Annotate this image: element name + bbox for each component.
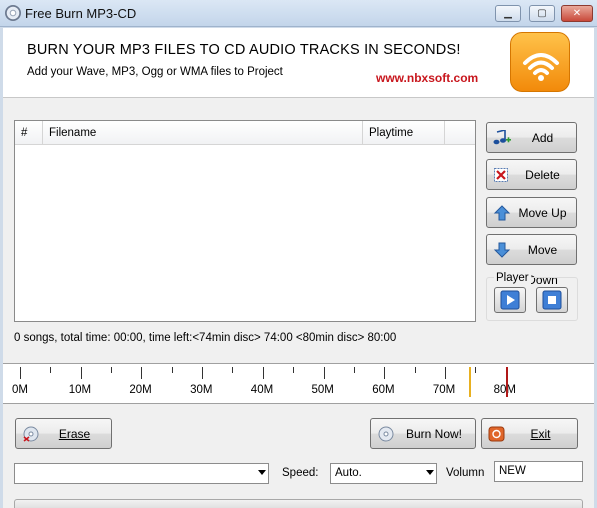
list-header: # Filename Playtime <box>15 121 475 145</box>
delete-button[interactable]: Delete <box>486 159 577 190</box>
volume-label: Volumn <box>446 467 485 479</box>
banner-subline: Add your Wave, MP3, Ogg or WMA files to … <box>27 66 283 78</box>
column-header-filename[interactable]: Filename <box>43 121 363 145</box>
ruler-minor-tick <box>171 367 173 373</box>
ruler-label: 30M <box>190 384 213 396</box>
column-header-number[interactable]: # <box>15 121 43 145</box>
ruler-major-tick <box>141 367 143 379</box>
cd-app-icon <box>5 5 21 21</box>
header-banner: BURN YOUR MP3 FILES TO CD AUDIO TRACKS I… <box>3 28 594 98</box>
exit-button-label: Exit <box>530 427 551 441</box>
exit-button[interactable]: Exit <box>481 418 578 449</box>
arrow-down-icon <box>493 242 511 258</box>
ruler-label: 70M <box>432 384 456 396</box>
erase-disc-icon <box>22 426 40 442</box>
delete-icon <box>493 167 511 183</box>
stop-button[interactable] <box>536 287 568 313</box>
speed-label: Speed: <box>282 467 319 479</box>
website-link[interactable]: www.nbxsoft.com <box>376 71 478 85</box>
capacity-ruler: 0M10M20M30M40M50M60M70M80M <box>3 363 594 404</box>
ruler-label: 60M <box>372 384 395 396</box>
ruler-major-tick <box>20 367 21 379</box>
column-header-playtime[interactable]: Playtime <box>363 121 445 145</box>
column-header-blank <box>445 121 475 145</box>
arrow-up-icon <box>493 205 511 221</box>
chevron-down-icon <box>258 470 266 475</box>
add-button[interactable]: Add <box>486 122 577 153</box>
move-up-button-label: Move Up <box>518 206 567 220</box>
ruler-minor-tick <box>111 367 113 373</box>
stop-icon <box>542 290 562 310</box>
title-bar: Free Burn MP3-CD ▁ ▢ ✕ <box>0 0 597 27</box>
ruler-minor-tick <box>353 367 355 373</box>
drive-select[interactable] <box>14 463 269 484</box>
ruler-label: 50M <box>311 384 334 396</box>
banner-headline: BURN YOUR MP3 FILES TO CD AUDIO TRACKS I… <box>27 42 461 58</box>
ruler-label: 20M <box>129 384 152 396</box>
ruler-label: 0M <box>12 384 28 396</box>
ruler-label: 40M <box>250 384 274 396</box>
burn-now-button-label: Burn Now! <box>405 427 463 441</box>
add-button-label: Add <box>531 131 554 145</box>
player-group-label: Player <box>494 272 531 284</box>
ruler-minor-tick <box>475 367 477 373</box>
ruler-minor-tick <box>50 367 52 373</box>
ruler-major-tick <box>384 367 386 379</box>
ruler-major-tick <box>80 367 82 379</box>
ruler-major-tick <box>444 367 446 379</box>
erase-button[interactable]: Erase <box>15 418 112 449</box>
add-music-icon <box>493 128 511 146</box>
erase-button-label: Erase <box>58 427 91 441</box>
chevron-down-icon <box>426 470 434 475</box>
move-up-button[interactable]: Move Up <box>486 197 577 228</box>
burn-now-button[interactable]: Burn Now! <box>370 418 476 449</box>
minimize-button[interactable]: ▁ <box>495 5 521 22</box>
close-button[interactable]: ✕ <box>561 5 593 22</box>
ruler-major-tick <box>202 367 204 379</box>
marker-74min <box>469 367 472 397</box>
progress-bar <box>14 499 583 508</box>
ruler-minor-tick <box>232 367 234 373</box>
burn-disc-icon <box>377 426 395 442</box>
ruler-minor-tick <box>414 367 416 373</box>
speed-select[interactable]: Auto. <box>330 463 437 484</box>
ruler-major-tick <box>323 367 325 379</box>
ruler-major-tick <box>262 367 264 379</box>
window-title: Free Burn MP3-CD <box>25 6 137 21</box>
play-icon <box>500 290 520 310</box>
ruler-label: 10M <box>68 384 92 396</box>
delete-button-label: Delete <box>525 168 560 182</box>
move-down-button[interactable]: Move Down <box>486 234 577 287</box>
status-text: 0 songs, total time: 00:00, time left:<7… <box>14 332 397 344</box>
ruler-minor-tick <box>293 367 295 373</box>
power-icon <box>488 426 506 442</box>
maximize-button[interactable]: ▢ <box>529 5 555 22</box>
wifi-broadcast-icon <box>510 32 570 92</box>
volume-name-input[interactable]: NEW <box>494 461 583 482</box>
marker-80min <box>505 367 508 397</box>
speed-select-value: Auto. <box>335 467 362 479</box>
play-button[interactable] <box>494 287 526 313</box>
file-list[interactable]: # Filename Playtime <box>14 120 476 322</box>
